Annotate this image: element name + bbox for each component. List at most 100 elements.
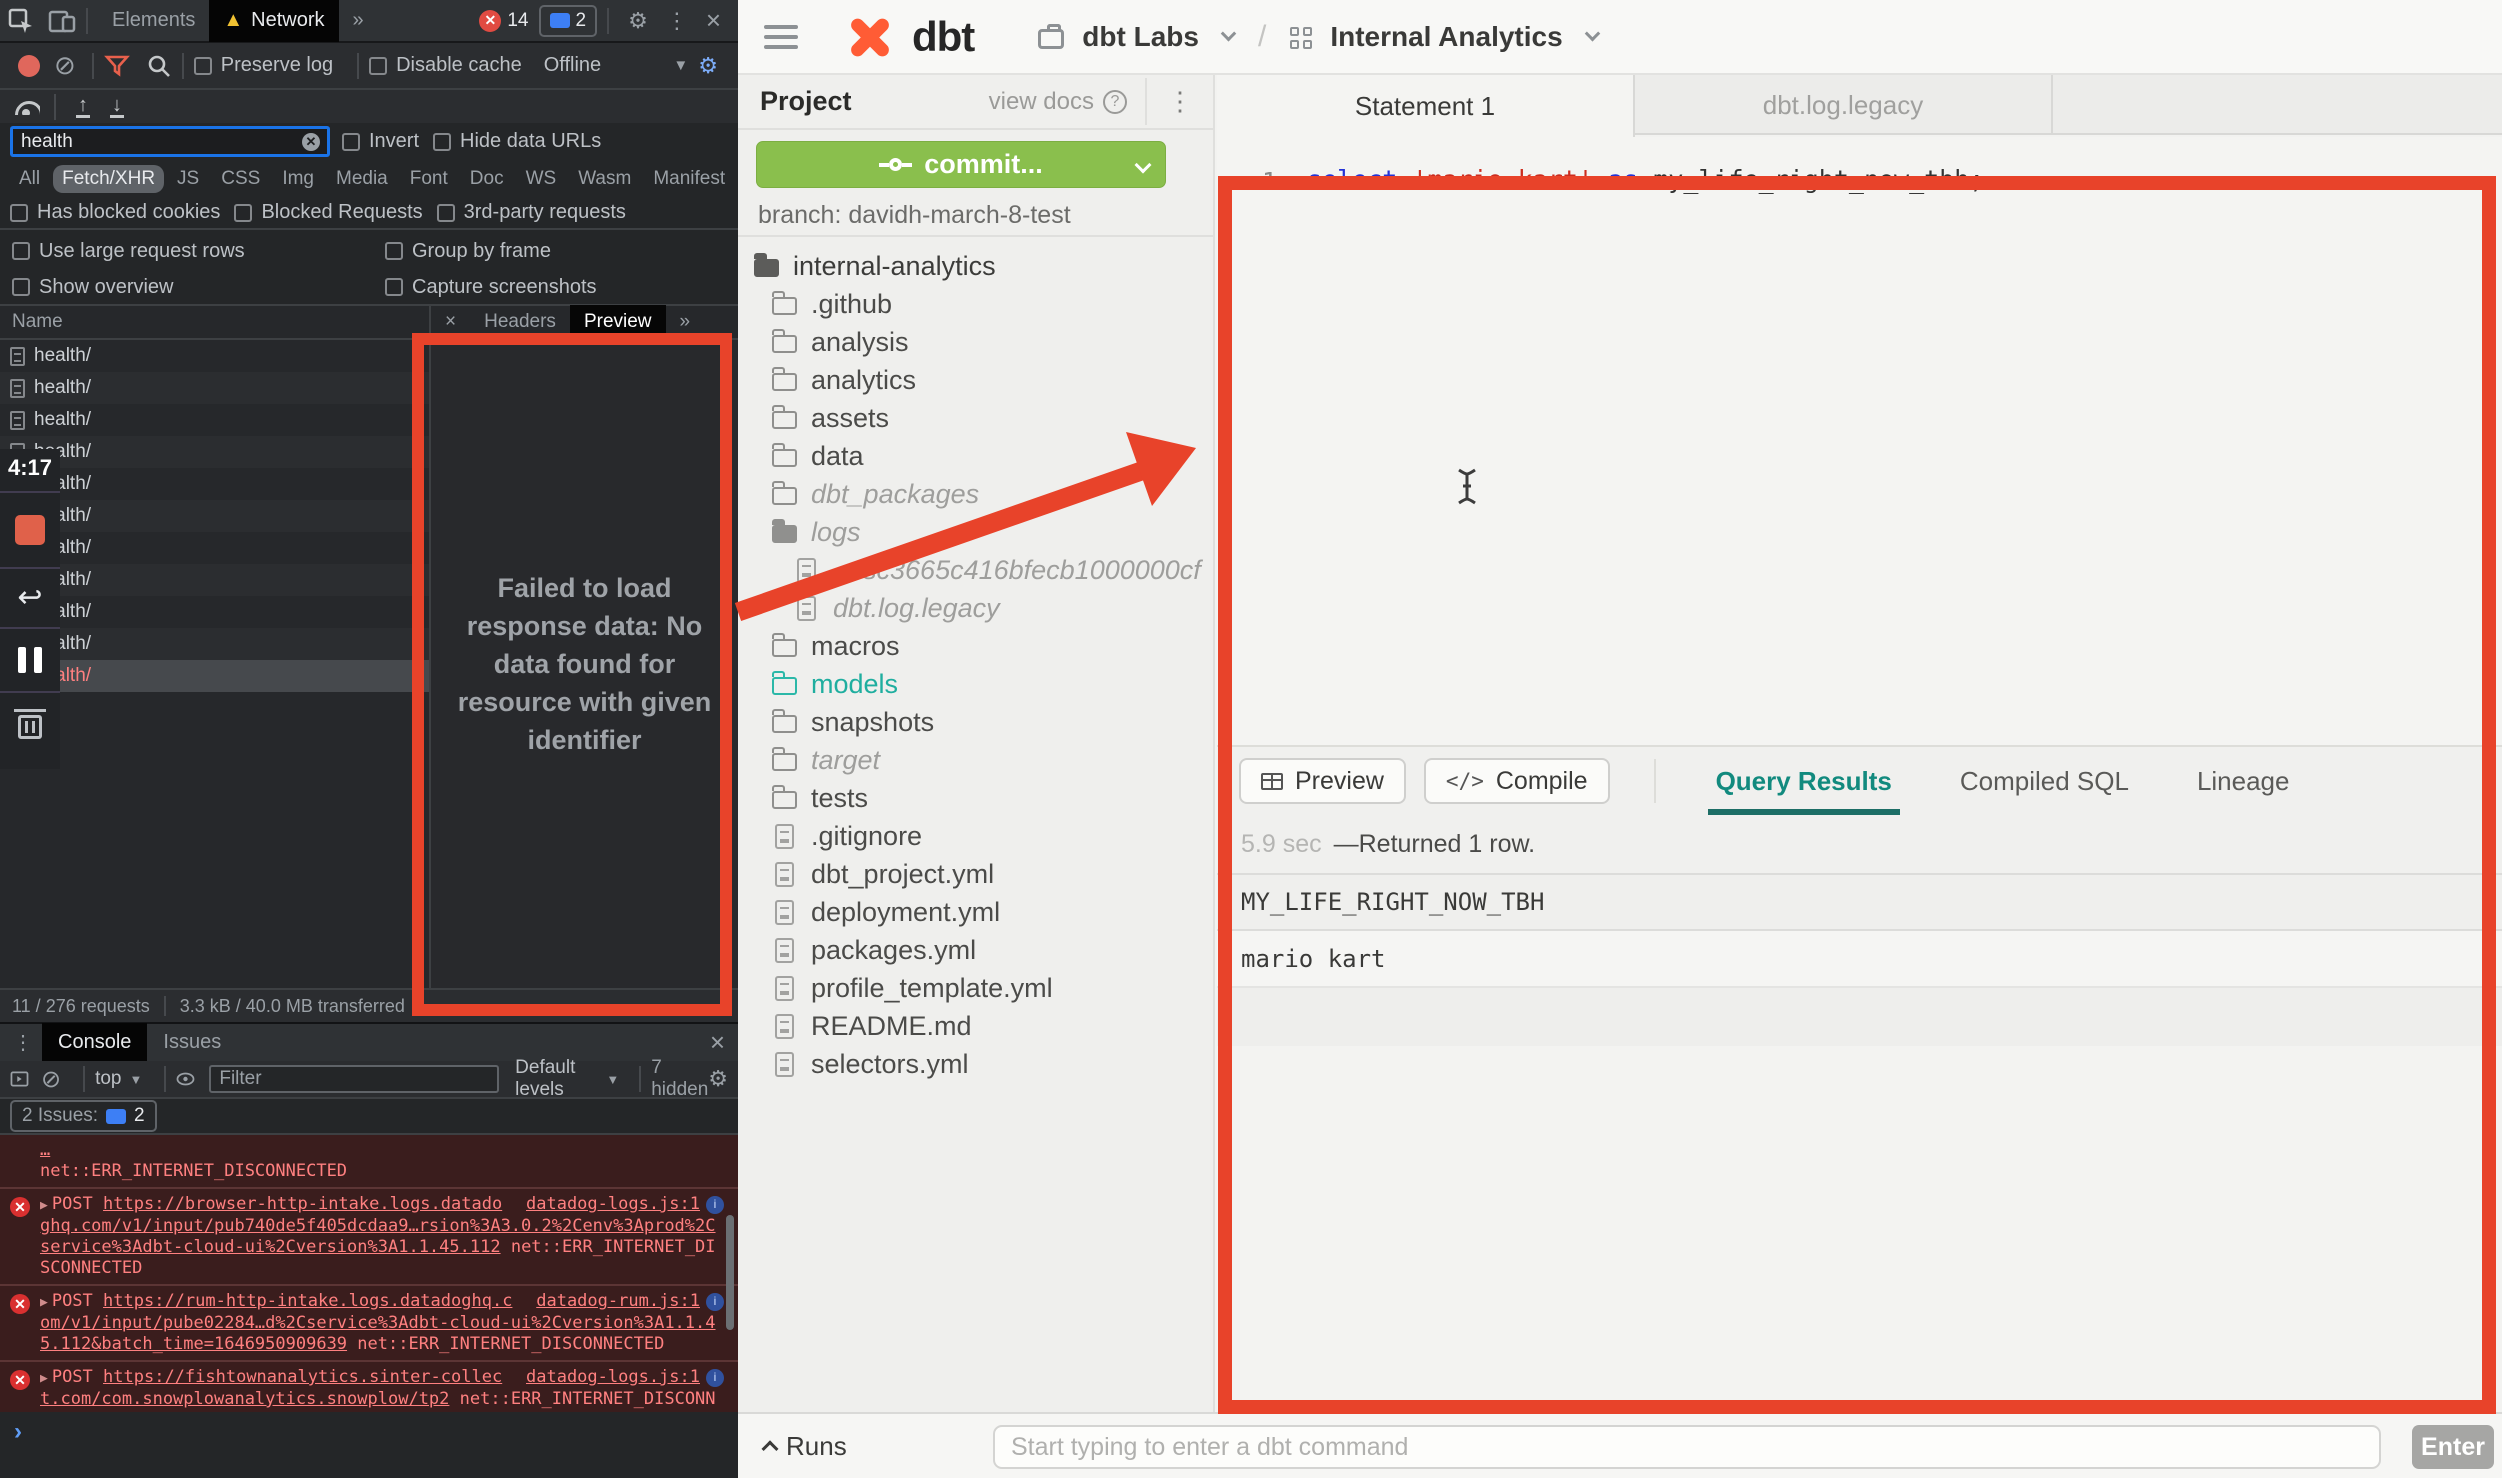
- info-icon[interactable]: i: [706, 1369, 724, 1387]
- request-row[interactable]: health/: [0, 500, 429, 532]
- column-header-name[interactable]: Name: [0, 306, 431, 340]
- console-scrollbar[interactable]: [726, 1215, 734, 1330]
- group-by-frame-checkbox[interactable]: [385, 242, 403, 260]
- project-selector[interactable]: Internal Analytics: [1330, 21, 1562, 53]
- stop-recording-button[interactable]: [15, 515, 45, 545]
- tree-file-profile-template-yml[interactable]: profile_template.yml: [738, 969, 1215, 1007]
- blocked-requests-checkbox[interactable]: [234, 204, 252, 222]
- request-row[interactable]: health/: [0, 596, 429, 628]
- capture-screenshots-checkbox[interactable]: [385, 278, 403, 296]
- tab-dbt-log-legacy[interactable]: dbt.log.legacy: [1635, 75, 2053, 135]
- request-row[interactable]: health/: [0, 372, 429, 404]
- tab-headers[interactable]: Headers: [470, 305, 570, 339]
- tree-file-readme-md[interactable]: README.md: [738, 1007, 1215, 1045]
- tree-folder-internal-analytics[interactable]: internal-analytics: [738, 247, 1215, 285]
- throttling-select[interactable]: Offline: [544, 54, 601, 77]
- console-prompt[interactable]: ›: [0, 1412, 738, 1452]
- filter-pill-doc[interactable]: Doc: [461, 165, 513, 193]
- runs-toggle[interactable]: Runs: [764, 1431, 847, 1462]
- filter-pill-font[interactable]: Font: [401, 165, 457, 193]
- large-rows-checkbox[interactable]: [12, 242, 30, 260]
- tab-statement-1[interactable]: Statement 1: [1217, 75, 1635, 137]
- filter-pill-ws[interactable]: WS: [517, 165, 566, 193]
- filter-funnel-icon[interactable]: [104, 54, 130, 78]
- tree-file-dbt-log-legacy[interactable]: dbt.log.legacy: [738, 589, 1215, 627]
- settings-gear-icon[interactable]: ⚙: [619, 8, 657, 34]
- chevron-down-icon[interactable]: [1221, 26, 1237, 42]
- filter-pill-css[interactable]: CSS: [212, 165, 269, 193]
- tab-console[interactable]: Console: [42, 1023, 147, 1062]
- request-row[interactable]: health/: [0, 564, 429, 596]
- console-sidebar-icon[interactable]: [10, 1068, 29, 1090]
- tree-folder-assets[interactable]: assets: [738, 399, 1215, 437]
- account-selector[interactable]: dbt Labs: [1082, 21, 1199, 53]
- issues-badge[interactable]: 2: [539, 5, 598, 37]
- tree-folder-data[interactable]: data: [738, 437, 1215, 475]
- console-settings-gear-icon[interactable]: ⚙: [708, 1066, 728, 1092]
- more-detail-tabs-button[interactable]: »: [666, 305, 705, 339]
- request-row[interactable]: health/: [0, 468, 429, 500]
- sidebar-kebab-icon[interactable]: ⋮: [1145, 78, 1193, 125]
- network-filter-input[interactable]: [10, 126, 330, 157]
- tab-preview[interactable]: Preview: [570, 305, 666, 339]
- filter-pill-media[interactable]: Media: [327, 165, 397, 193]
- delete-recording-icon[interactable]: [18, 715, 42, 739]
- tree-folder-models[interactable]: models: [738, 665, 1215, 703]
- context-selector[interactable]: top: [95, 1068, 121, 1090]
- show-overview-checkbox[interactable]: [12, 278, 30, 296]
- pause-recording-icon[interactable]: [18, 647, 42, 673]
- tree-file-selectors-yml[interactable]: selectors.yml: [738, 1045, 1215, 1083]
- filter-pill-img[interactable]: Img: [273, 165, 323, 193]
- tree-folder-macros[interactable]: macros: [738, 627, 1215, 665]
- info-icon[interactable]: i: [706, 1196, 724, 1214]
- request-row-selected[interactable]: health/: [0, 660, 429, 692]
- tree-folder-logs[interactable]: logs: [738, 513, 1215, 551]
- tab-network[interactable]: ▲ Network: [209, 0, 338, 42]
- hamburger-menu-icon[interactable]: [764, 25, 798, 49]
- clear-icon[interactable]: ⊘: [48, 50, 82, 81]
- record-button[interactable]: [18, 55, 40, 77]
- invert-checkbox[interactable]: [342, 133, 360, 151]
- request-row[interactable]: health/: [0, 628, 429, 660]
- network-settings-gear-icon[interactable]: ⚙: [688, 53, 728, 79]
- error-badge[interactable]: ✕ 14: [479, 10, 528, 32]
- expand-triangle-icon[interactable]: ▶: [40, 1371, 48, 1386]
- tree-file-nfs-log[interactable]: .nfsc3665c416bfecb1000000cf: [738, 551, 1215, 589]
- restart-recording-icon[interactable]: ↩: [17, 583, 42, 613]
- third-party-checkbox[interactable]: [437, 204, 455, 222]
- disable-cache-checkbox[interactable]: [369, 57, 387, 75]
- console-filter-input[interactable]: [209, 1065, 499, 1093]
- close-detail-icon[interactable]: ×: [431, 305, 470, 339]
- export-har-icon[interactable]: ↓: [110, 95, 124, 118]
- inspect-icon[interactable]: [8, 8, 34, 34]
- import-har-icon[interactable]: ↑: [76, 95, 90, 118]
- error-link[interactable]: …: [40, 1140, 50, 1160]
- filter-pill-fetch-xhr[interactable]: Fetch/XHR: [53, 165, 164, 193]
- info-icon[interactable]: i: [706, 1293, 724, 1311]
- tab-elements[interactable]: Elements: [98, 0, 209, 42]
- tab-lineage[interactable]: Lineage: [2197, 746, 2290, 816]
- tree-folder-github[interactable]: .github: [738, 285, 1215, 323]
- tree-file-gitignore[interactable]: .gitignore: [738, 817, 1215, 855]
- source-link[interactable]: datadog-logs.js:1: [526, 1194, 700, 1215]
- tree-file-dbt-project-yml[interactable]: dbt_project.yml: [738, 855, 1215, 893]
- clear-console-icon[interactable]: ⊘: [29, 1065, 73, 1094]
- tree-file-packages-yml[interactable]: packages.yml: [738, 931, 1215, 969]
- expand-triangle-icon[interactable]: ▶: [40, 1198, 48, 1213]
- close-icon[interactable]: ×: [697, 5, 730, 36]
- tree-folder-snapshots[interactable]: snapshots: [738, 703, 1215, 741]
- commit-dropdown-caret-icon[interactable]: [1135, 157, 1152, 174]
- dbt-command-input[interactable]: [993, 1425, 2381, 1469]
- more-tabs-button[interactable]: »: [339, 0, 378, 42]
- request-row[interactable]: health/: [0, 436, 429, 468]
- live-expression-eye-icon[interactable]: [176, 1070, 195, 1088]
- tree-folder-dbt-packages[interactable]: dbt_packages: [738, 475, 1215, 513]
- kebab-menu-icon[interactable]: ⋮: [657, 8, 697, 34]
- tree-folder-analytics[interactable]: analytics: [738, 361, 1215, 399]
- throttling-caret-icon[interactable]: ▼: [673, 57, 688, 74]
- tree-folder-target[interactable]: target: [738, 741, 1215, 779]
- issues-counter-button[interactable]: 2 Issues: 2: [10, 1100, 157, 1132]
- device-toolbar-icon[interactable]: [48, 8, 76, 34]
- hide-data-urls-checkbox[interactable]: [433, 133, 451, 151]
- preview-button[interactable]: Preview: [1239, 758, 1406, 804]
